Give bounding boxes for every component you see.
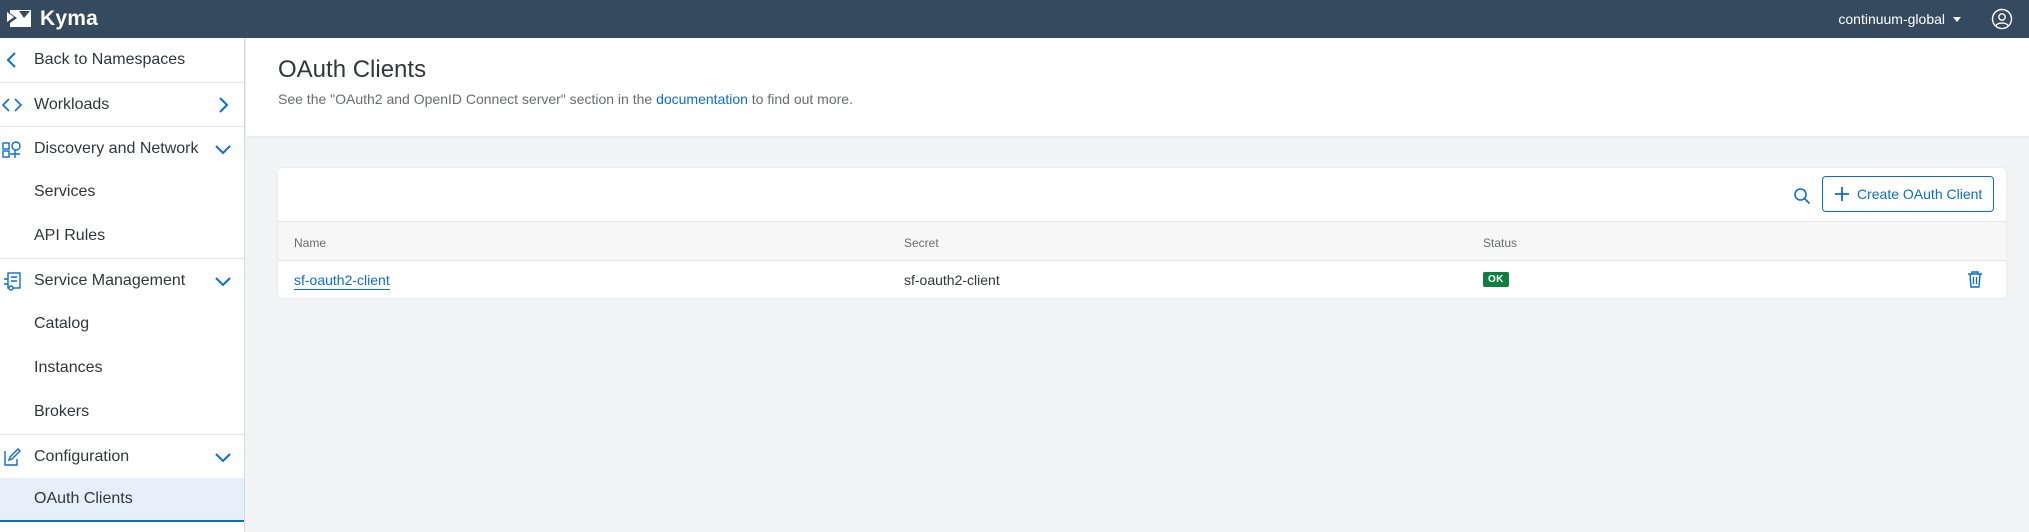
edit-document-icon: [2, 447, 22, 467]
network-icon: [2, 139, 22, 159]
sidebar-item-instances[interactable]: Instances: [0, 346, 244, 390]
delete-button[interactable]: [1966, 270, 1984, 288]
sidebar-item-catalog[interactable]: Catalog: [0, 302, 244, 346]
client-name-link[interactable]: sf-oauth2-client: [294, 272, 390, 290]
sidebar-item-label: Configuration: [34, 447, 130, 465]
description-text-end: to find out more.: [747, 91, 853, 107]
sidebar-item-api-rules[interactable]: API Rules: [0, 214, 244, 258]
sidebar-item-label: API Rules: [34, 227, 106, 244]
user-avatar-icon: [1991, 8, 2013, 30]
service-management-icon: [2, 271, 22, 291]
brand-name: Kyma: [40, 7, 98, 30]
sidebar-item-label: Brokers: [34, 403, 90, 420]
brand[interactable]: Kyma: [0, 0, 98, 38]
add-icon: [1835, 187, 1849, 201]
oauth-clients-panel: Create OAuth Client Name Secret Status s…: [278, 168, 2006, 298]
back-to-namespaces[interactable]: Back to Namespaces: [0, 38, 244, 82]
namespace-name: continuum-global: [1838, 11, 1945, 27]
trash-icon: [1966, 270, 1984, 288]
table-header: Name Secret Status: [278, 221, 2006, 261]
sidebar-item-brokers[interactable]: Brokers: [0, 390, 244, 434]
sidebar-item-services[interactable]: Services: [0, 170, 244, 214]
chevron-down-icon: [214, 448, 232, 466]
sidebar-item-configuration[interactable]: Configuration: [0, 434, 244, 478]
column-header-name: Name: [294, 236, 327, 250]
documentation-link[interactable]: documentation: [656, 91, 748, 107]
back-label: Back to Namespaces: [34, 51, 186, 68]
chevron-left-icon: [2, 50, 22, 70]
sidebar-item-workloads[interactable]: Workloads: [0, 82, 244, 126]
sidebar-item-label: Services: [34, 183, 96, 200]
sidebar-item-service-management[interactable]: Service Management: [0, 258, 244, 302]
sidebar-item-label: Discovery and Network: [34, 139, 199, 157]
search-icon: [1790, 187, 1814, 205]
page-header: OAuth Clients See the "OAuth2 and OpenID…: [246, 38, 2029, 136]
cell-secret: sf-oauth2-client: [904, 272, 1000, 288]
code-icon: [2, 95, 22, 115]
create-oauth-client-button[interactable]: Create OAuth Client: [1822, 176, 1994, 212]
kyma-logo-icon: [6, 9, 32, 29]
shellbar: Kyma continuum-global: [0, 0, 2029, 38]
table-row: sf-oauth2-client sf-oauth2-client OK: [278, 261, 2006, 298]
sidebar-item-label: Catalog: [34, 315, 90, 332]
create-label: Create OAuth Client: [1857, 186, 1983, 202]
sidebar-item-oauth-clients[interactable]: OAuth Clients: [0, 478, 244, 522]
chevron-down-icon: [214, 140, 232, 158]
user-menu-button[interactable]: [1991, 8, 2013, 30]
sidebar-item-label: Workloads: [34, 95, 110, 113]
status-badge: OK: [1483, 272, 1509, 287]
chevron-down-icon: [214, 272, 232, 290]
namespace-select[interactable]: continuum-global: [1838, 0, 1961, 38]
sidebar-item-label: OAuth Clients: [34, 490, 133, 507]
sidebar-item-discovery-network[interactable]: Discovery and Network: [0, 126, 244, 170]
column-header-secret: Secret: [904, 236, 939, 250]
column-header-status: Status: [1483, 236, 1518, 250]
sidebar: Back to Namespaces Workloads Discovery a…: [0, 38, 245, 532]
search-button[interactable]: [1790, 184, 1814, 208]
page-title: OAuth Clients: [278, 56, 427, 83]
cell-name: sf-oauth2-client: [294, 272, 390, 290]
description-text: See the "OAuth2 and OpenID Connect serve…: [278, 91, 657, 107]
sidebar-item-label: Service Management: [34, 271, 186, 289]
sidebar-item-label: Instances: [34, 359, 103, 376]
page-description: See the "OAuth2 and OpenID Connect serve…: [278, 91, 853, 107]
caret-down-icon: [1953, 16, 1961, 22]
chevron-right-icon: [214, 96, 232, 114]
